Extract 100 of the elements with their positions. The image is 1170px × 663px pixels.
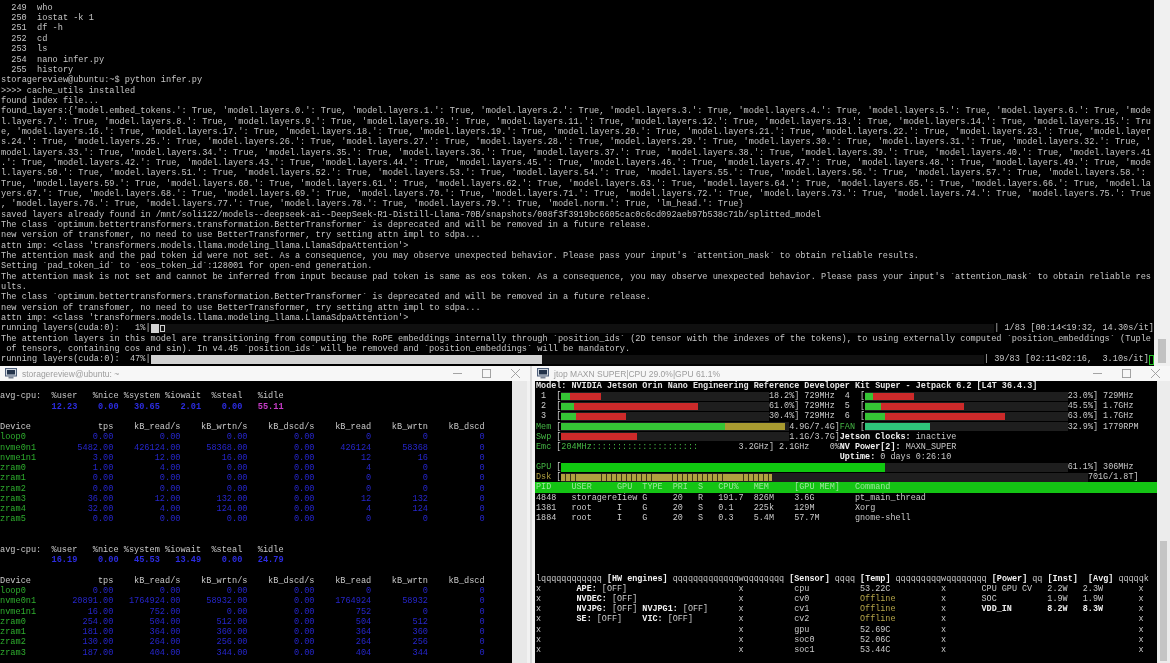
table-cell: 0.00 — [159, 514, 181, 525]
table-cell: 426124 — [340, 442, 372, 453]
table-cell: 826M — [753, 492, 774, 503]
table-cell: 132 — [412, 493, 428, 504]
table-cell: 16 — [417, 452, 428, 463]
progress-status: | 1/83 [00:14<19:32, 14.30s/it] — [994, 323, 1154, 334]
table-cell: 4 — [366, 504, 372, 515]
history-command: df -h — [37, 23, 63, 34]
table-cell: 0 — [366, 514, 372, 525]
column-header[interactable]: [GPU MEM] — [794, 482, 840, 493]
table-cell: 0 — [422, 432, 428, 443]
table-cell: 12.00 — [154, 452, 181, 463]
table-cell: 0 — [479, 627, 485, 638]
column-header: kB_dscd — [448, 422, 485, 433]
device-name: nvme0n1 — [0, 596, 37, 607]
terminal-line: The attention layers in this model are transitioning from computing the RoPE embeddings internally through `position_ids` (2D tensor with the indexes of the tokens), to using externally computed `position_embeddings` (Tuple — [1, 333, 1152, 344]
frame-char: x — [536, 604, 542, 615]
column-header[interactable]: TYPE — [642, 482, 663, 493]
table-cell: R — [698, 492, 704, 503]
meter-bracket: [ — [556, 391, 562, 402]
table-cell: 0 — [479, 473, 485, 484]
power-value: 1.9W — [1047, 594, 1068, 605]
load-text: 0% — [829, 441, 840, 452]
history-number: 249 — [10, 2, 27, 14]
column-header[interactable]: PID — [536, 482, 552, 493]
column-header[interactable]: MEM — [753, 482, 769, 493]
cpu-value: 2.01 — [180, 401, 202, 412]
terminal-line: model.layers.33.': True, 'model.layers.34.': True, 'model.layers.35.': True, 'model.layers.36.': True, 'model.layers.37.': True, 'model.layers.38.': True, 'model.layers.39.': True, 'model.layers.40.': True, 'model.layers.41 — [1, 147, 1152, 158]
column-header[interactable]: PRI — [672, 482, 688, 493]
power-value: 2.2W — [1047, 583, 1068, 595]
meter-bracket: [ — [556, 431, 562, 442]
scrollbar-thumb[interactable] — [1158, 339, 1166, 363]
device-name: zram1 — [0, 627, 26, 638]
status-text: Jetson Clocks: inactive — [839, 431, 957, 442]
table-cell: 20 — [672, 502, 683, 513]
meter-reading: 32.9%] — [1067, 421, 1099, 432]
table-cell: 0.00 — [92, 483, 114, 494]
device-name: zram3 — [0, 647, 26, 658]
table-cell: 256.00 — [216, 637, 248, 648]
table-cell: 0.00 — [226, 483, 248, 494]
table-cell: 4.00 — [159, 463, 181, 474]
meter-label: 3 — [540, 411, 548, 422]
meter-bracket: [ — [556, 421, 562, 432]
table-cell: 0.00 — [293, 493, 315, 504]
column-header[interactable]: S — [698, 482, 704, 493]
cpu-value: 12.23 — [51, 401, 78, 412]
scrollbar-track[interactable] — [512, 381, 527, 663]
frame-char: x — [738, 624, 744, 635]
column-header: kB_wrtn — [391, 575, 428, 586]
status-text: NV Power[2]: MAXN_SUPER — [839, 441, 957, 452]
table-cell: 12.00 — [154, 493, 181, 504]
panel-header: lqqqqqqqqqqqq [HW engines] qqqqqqqqqqqqqwqqqqqqqq [Sensor] qqqq [Temp] qqqqqqqqqwqqqqqqqq [Power] qq [Inst] [Avg] qqqqqk — [536, 573, 1149, 584]
table-cell: 504.00 — [149, 616, 181, 627]
column-header[interactable]: CPU% — [718, 482, 739, 493]
terminal-line: , 'model.layers.76.': True, 'model.layers.77.': True, 'model.layers.78.': True, 'model.layers.79.': True, 'model.norm.': True, 'lm_head.': True} — [1, 199, 744, 210]
table-cell: 0 — [479, 493, 485, 504]
meter-label: 2 — [540, 401, 548, 412]
history-number: 255 — [10, 64, 27, 75]
column-header[interactable]: USER — [571, 482, 592, 493]
engine-status: APE: [OFF] — [576, 583, 628, 594]
table-cell: 364 — [355, 627, 372, 638]
column-header[interactable]: GPU — [617, 482, 633, 493]
scrollbar-thumb[interactable] — [1160, 541, 1167, 661]
power-rail: SOC — [981, 594, 997, 605]
terminal-line: The class `optimum.bettertransformers.transformation.BetterTransformer` is deprecated and will be removed in a future release. — [1, 220, 651, 230]
meter-label: GPU — [536, 462, 552, 473]
column-header[interactable]: Command — [854, 482, 891, 493]
terminal-line: attn imp: <class 'transformers.models.llama.modeling_llama.LlamaSdpaAttention'> — [1, 240, 409, 251]
history-number: 254 — [10, 54, 27, 65]
maximize-icon — [1122, 369, 1131, 378]
temperature-value: 53.22C — [860, 583, 891, 594]
table-cell: 0.00 — [226, 473, 248, 484]
meter-label: 4 — [843, 391, 851, 402]
frame-char: x — [941, 583, 947, 595]
scrollbar-track[interactable] — [1157, 381, 1170, 663]
frequency-text: 306MHz — [1103, 462, 1134, 473]
sensor-name: cv1 — [794, 604, 810, 615]
engine-status: SE: [OFF] VIC: [OFF] — [576, 614, 693, 625]
column-header: kB_read — [335, 575, 372, 586]
meter-bracket: [ — [556, 401, 562, 412]
column-header: kB_read/s — [134, 422, 181, 433]
table-cell: 132.00 — [216, 493, 248, 504]
terminal-line: e, 'model.layers.16.': True, 'model.layers.17.': True, 'model.layers.18.': True, 'model.layers.19.': True, 'model.layers.20.': True, 'model.layers.21.': True, 'model.layers.22.': True, 'model.layers.23.': True, 'model.layer — [1, 126, 1152, 137]
history-number: 253 — [10, 44, 27, 55]
power-value: 8.2W — [1047, 604, 1068, 615]
frame-char: x — [941, 624, 947, 635]
table-cell: S — [698, 502, 704, 513]
scrollbar-track[interactable] — [1154, 0, 1170, 366]
table-cell: 20891.00 — [72, 596, 114, 607]
cpu-value: 0.00 — [97, 401, 119, 412]
frame-char: x — [738, 644, 744, 656]
temperature-value: Offline — [860, 614, 896, 625]
table-cell: 1764924 — [335, 596, 372, 607]
history-command: cd — [37, 33, 48, 44]
meter-reading: 4.9G/7.4G] — [789, 421, 840, 432]
terminal-line: .': True, 'model.layers.42.': True, 'model.layers.43.': True, 'model.layers.44.': True, 'model.layers.45.': True, 'model.layers.46.': True, 'model.layers.47.': True, 'model.layers.48.': True, 'model.layers.49.': True, 'mode — [1, 157, 1152, 168]
table-cell: 0 — [479, 442, 485, 453]
terminal-line: True, 'model.layers.59.': True, 'model.layers.60.': True, 'model.layers.61.': True, 'model.layers.62.': True, 'model.layers.63.': True, 'model.layers.64.': True, 'model.layers.65.': True, 'model.layers.66.': True, 'model.la — [1, 178, 1152, 189]
table-cell: 0.00 — [159, 473, 181, 484]
meter-bracket: [ — [556, 411, 562, 422]
